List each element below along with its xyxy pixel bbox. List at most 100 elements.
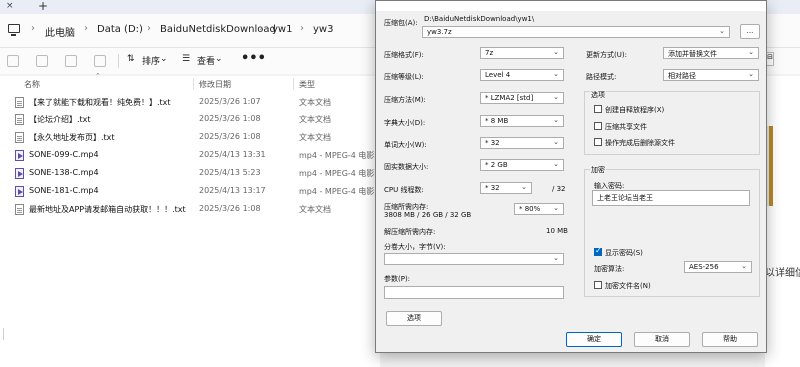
shared-files-label: 压缩共享文件: [605, 123, 647, 131]
file-row[interactable]: 最新地址及APP请发邮箱自动获取！！！.txt 2025/3/26 1:08 文…: [0, 201, 380, 218]
file-date: 2025/3/26 1:08: [199, 132, 261, 141]
chevron-down-icon: ⌄: [748, 48, 754, 56]
encryption-method-select[interactable]: AES-256 ⌄: [684, 261, 752, 273]
file-row[interactable]: SONE-099-C.mp4 2025/4/13 13:31 mp4 - MPE…: [0, 147, 380, 164]
file-row[interactable]: 【论坛介绍】.txt 2025/3/26 1:08 文本文档: [0, 111, 380, 128]
sort-icon: ⇅: [127, 54, 135, 64]
delete-after-checkbox[interactable]: [594, 138, 602, 146]
column-header-date[interactable]: 修改日期: [199, 79, 231, 90]
path-mode-value: 相对路径: [668, 72, 696, 80]
sfx-checkbox[interactable]: [594, 105, 602, 113]
update-mode-select[interactable]: 添加并替换文件 ⌄: [663, 47, 759, 59]
file-name: 【来了就能下载和观看！纯免费！】.txt: [29, 98, 171, 107]
chevron-down-icon: ⌄: [553, 160, 559, 168]
view-button[interactable]: 查看: [197, 54, 215, 67]
file-name: 最新地址及APP请发邮箱自动获取！！！.txt: [29, 205, 186, 214]
cut-icon[interactable]: [7, 55, 19, 67]
cpu-threads-label: CPU 线程数:: [384, 186, 424, 194]
decompress-memory-label: 解压缩所需内存:: [384, 228, 436, 236]
text-file-icon: [15, 97, 24, 108]
view-icon: ☰: [182, 54, 191, 64]
column-divider[interactable]: [293, 78, 294, 90]
options-group-title: 选项: [590, 90, 606, 100]
cancel-button[interactable]: 取消: [634, 332, 690, 347]
dictionary-value: * 8 MB: [485, 117, 509, 125]
decompress-memory-value: 10 MB: [546, 227, 568, 235]
params-input[interactable]: [384, 286, 564, 299]
split-select[interactable]: ⌄: [384, 253, 564, 265]
breadcrumb-folder-yw1[interactable]: yw1: [272, 24, 292, 35]
file-type: 文本文档: [299, 98, 331, 107]
memory-percent-select[interactable]: * 80% ⌄: [514, 203, 564, 215]
share-icon[interactable]: [65, 55, 77, 67]
breadcrumb-folder-yw3[interactable]: yw3: [313, 24, 333, 35]
chevron-down-icon: ⌄: [553, 204, 559, 212]
archive-label: 压缩包(A):: [384, 19, 418, 27]
encrypt-names-checkbox[interactable]: [594, 281, 602, 289]
solid-size-value: * 2 GB: [485, 161, 508, 169]
chevron-down-icon: ⌄: [719, 27, 725, 35]
chevron-down-icon: ⌄: [553, 48, 559, 56]
chevron-down-icon: ⌄: [553, 138, 559, 146]
ok-button[interactable]: 确定: [566, 332, 622, 347]
file-row[interactable]: 【来了就能下载和观看！纯免费！】.txt 2025/3/26 1:07 文本文档: [0, 94, 380, 111]
shared-files-checkbox[interactable]: [594, 122, 602, 130]
file-type: 文本文档: [299, 133, 331, 142]
chevron-down-icon: ⌄: [748, 70, 754, 78]
encryption-method-value: AES-256: [689, 263, 719, 271]
video-file-icon: [15, 186, 24, 197]
computer-icon[interactable]: [8, 24, 20, 36]
file-date: 2025/4/13 5:23: [199, 168, 261, 177]
archive-name-value: yw3.7z: [427, 28, 452, 36]
memory-percent-value: * 80%: [519, 205, 541, 213]
archive-name-combo[interactable]: yw3.7z ⌄: [422, 26, 730, 38]
memory-detail: 3808 MB / 26 GB / 32 GB: [384, 211, 472, 219]
level-select[interactable]: Level 4 ⌄: [480, 69, 564, 81]
path-mode-select[interactable]: 相对路径 ⌄: [663, 69, 759, 81]
column-header-type[interactable]: 类型: [299, 79, 315, 90]
word-size-select[interactable]: * 32 ⌄: [480, 137, 564, 149]
method-label: 压缩方法(M):: [384, 96, 426, 104]
level-value: Level 4: [485, 71, 511, 79]
encryption-group-title: 加密: [590, 165, 606, 175]
video-file-icon: [15, 168, 24, 179]
cpu-threads-select[interactable]: * 32 ⌄: [480, 182, 532, 194]
chevron-right-icon: ›: [259, 23, 263, 34]
new-tab-icon[interactable]: +: [38, 0, 48, 13]
params-label: 参数(P):: [384, 275, 411, 283]
solid-size-select[interactable]: * 2 GB ⌄: [480, 159, 564, 171]
help-button[interactable]: 帮助: [702, 332, 758, 347]
show-password-checkbox[interactable]: [594, 246, 602, 256]
options-button[interactable]: 选项: [386, 311, 442, 326]
breadcrumb-this-pc[interactable]: 此电脑: [45, 24, 75, 39]
dictionary-select[interactable]: * 8 MB ⌄: [480, 115, 564, 127]
text-file-icon: [15, 114, 24, 125]
details-pane: 以详细信息: [765, 76, 800, 367]
more-options-button[interactable]: •••: [241, 51, 266, 66]
file-row[interactable]: SONE-181-C.mp4 2025/4/13 13:17 mp4 - MPE…: [0, 183, 380, 200]
details-toggle-button[interactable]: ⊟: [766, 52, 774, 66]
column-header-name[interactable]: 名称: [24, 79, 40, 90]
file-type: mp4 - MPEG-4 电影...: [299, 151, 379, 160]
cpu-threads-value: * 32: [485, 184, 500, 192]
close-tab-icon[interactable]: ×: [6, 1, 14, 11]
file-type: 文本文档: [299, 205, 331, 214]
password-input[interactable]: 上老王论坛当老王: [592, 190, 750, 206]
file-list: ⌃ 名称 修改日期 类型 【来了就能下载和观看！纯免费！】.txt 2025/3…: [0, 72, 380, 367]
chevron-down-icon: ⌄: [521, 183, 527, 191]
method-select[interactable]: * LZMA2 [std] ⌄: [480, 92, 564, 104]
scrollbar[interactable]: [3, 328, 4, 340]
level-label: 压缩等级(L):: [384, 73, 424, 81]
file-name: SONE-181-C.mp4: [29, 186, 99, 195]
file-name: 【永久地址发布页】.txt: [29, 133, 115, 142]
file-row[interactable]: 【永久地址发布页】.txt 2025/3/26 1:08 文本文档: [0, 129, 380, 146]
breadcrumb-drive[interactable]: Data (D:): [97, 24, 143, 35]
browse-button[interactable]: ...: [740, 24, 760, 39]
file-row[interactable]: SONE-138-C.mp4 2025/4/13 5:23 mp4 - MPEG…: [0, 165, 380, 182]
encrypt-names-label: 加密文件名(N): [605, 282, 651, 290]
sort-button[interactable]: 排序: [142, 54, 160, 67]
column-divider[interactable]: [193, 78, 194, 90]
format-select[interactable]: 7z ⌄: [480, 47, 564, 59]
delete-icon[interactable]: [94, 55, 106, 67]
copy-icon[interactable]: [36, 55, 48, 67]
